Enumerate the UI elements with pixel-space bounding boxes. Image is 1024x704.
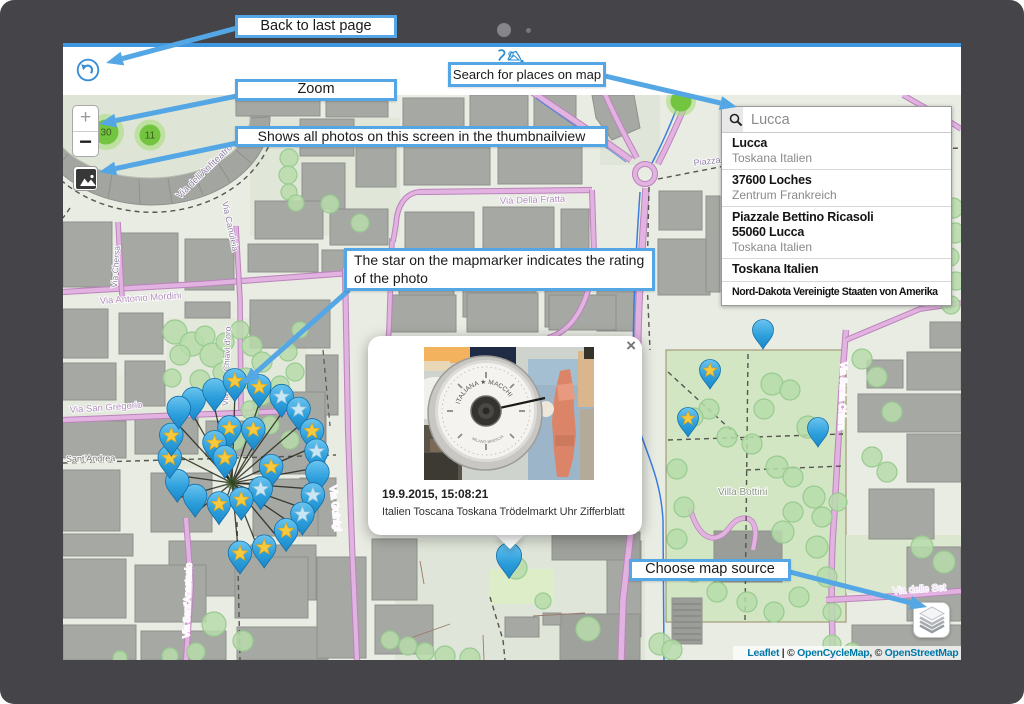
svg-text:Villa Bottini: Villa Bottini — [718, 487, 767, 498]
svg-text:30: 30 — [100, 128, 112, 139]
svg-text:Sant'Andrea: Sant'Andrea — [66, 453, 115, 464]
svg-text:Via Della Fratta: Via Della Fratta — [500, 194, 566, 207]
svg-text:11: 11 — [145, 131, 156, 142]
